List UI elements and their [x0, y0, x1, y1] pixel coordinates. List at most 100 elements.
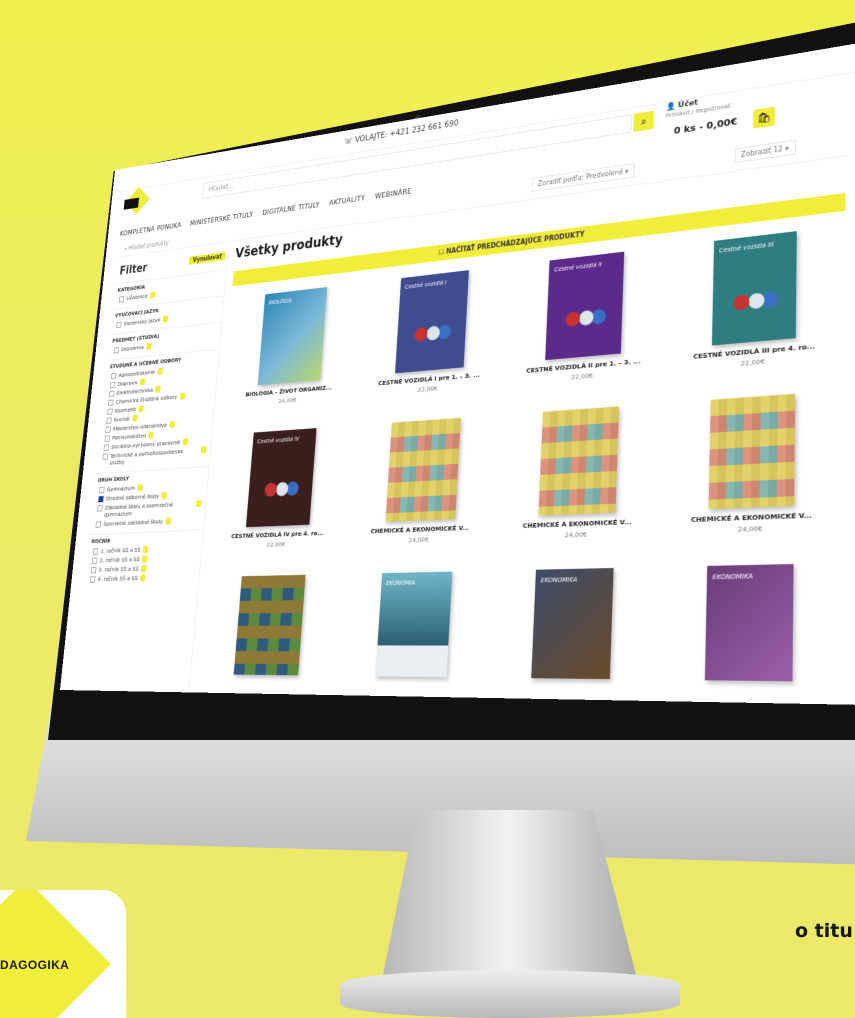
- cover-title: Cestné vozidlá II: [554, 261, 602, 274]
- cover-title: EKONÓMIA: [385, 579, 416, 587]
- product-name[interactable]: [336, 681, 488, 683]
- product-cover[interactable]: BIOLÓGIA: [257, 286, 328, 386]
- filter-option-label: Doprava: [117, 378, 138, 388]
- product-card[interactable]: Cestné vozidlá IV CESTNÉ VOZIDLÁ IV pre 4…: [208, 421, 354, 566]
- tagline: o titu: [795, 920, 853, 942]
- filter-option[interactable]: Špeciálne základné školy: [95, 516, 201, 528]
- product-card[interactable]: CHEMICKÉ A EKONOMICKÉ V... 24,00€: [344, 410, 501, 562]
- filter-group-title[interactable]: ROČNÍK: [91, 535, 198, 545]
- product-price: [197, 689, 335, 691]
- cover-title: EKONOMIKA: [712, 572, 753, 582]
- product-cover[interactable]: [538, 406, 620, 516]
- filter-checkbox[interactable]: [106, 417, 112, 424]
- filter-checkbox[interactable]: [113, 347, 120, 354]
- count-badge: [179, 392, 186, 400]
- filter-option-label: Stredné odborné školy: [105, 492, 160, 503]
- per-page-value: 12: [773, 144, 783, 155]
- product-card[interactable]: EKONÓMIA: [333, 565, 493, 705]
- product-cover[interactable]: EKONÓMIA: [375, 571, 453, 678]
- count-badge: [142, 545, 149, 554]
- product-card[interactable]: Cestné vozidlá II CESTNÉ VOZIDLÁ II pre 1…: [502, 241, 669, 403]
- filter-checkbox[interactable]: [95, 521, 102, 528]
- product-card[interactable]: EKONOMIKA: [655, 557, 844, 705]
- filter-checkbox[interactable]: [91, 557, 98, 565]
- filter-checkbox[interactable]: [118, 296, 125, 303]
- product-price: [335, 692, 487, 695]
- brand-name: DAGOGIKA: [0, 958, 70, 972]
- filter-checkbox[interactable]: [103, 444, 110, 451]
- filter-checkbox[interactable]: [107, 408, 113, 415]
- filter-option[interactable]: Základné školy a osemročné gymnázium: [96, 499, 202, 519]
- filter-checkbox[interactable]: [104, 435, 110, 442]
- product-cover[interactable]: [233, 574, 306, 676]
- filter-checkbox[interactable]: [102, 453, 109, 460]
- product-name[interactable]: [657, 686, 845, 689]
- cover-title: Cestné vozidlá III: [718, 240, 774, 255]
- product-cover[interactable]: Cestné vozidlá I: [394, 270, 469, 374]
- filter-checkbox[interactable]: [92, 548, 99, 555]
- product-card[interactable]: EKONOMIKA: [486, 561, 660, 705]
- count-badge: [132, 414, 138, 422]
- product-cover[interactable]: [385, 417, 461, 522]
- filter-checkbox[interactable]: [90, 566, 97, 574]
- filter-option[interactable]: 1. ročník SŠ a SŠ: [92, 544, 198, 555]
- filter-checkbox[interactable]: [89, 576, 96, 583]
- filter-checkbox[interactable]: [99, 486, 105, 494]
- count-badge: [141, 555, 148, 563]
- product-cover[interactable]: Cestné vozidlá II: [545, 251, 625, 361]
- nav-item[interactable]: KOMPLETNÁ PONUKA: [120, 222, 182, 238]
- filter-checkbox[interactable]: [116, 321, 122, 328]
- filter-option[interactable]: 2. ročník SŠ a SŠ: [91, 554, 197, 565]
- product-cover[interactable]: Cestné vozidlá IV: [246, 428, 317, 528]
- product-price: 22,00€: [266, 540, 286, 549]
- nav-item[interactable]: WEBINÁRE: [375, 188, 412, 201]
- product-cover[interactable]: EKONOMIKA: [704, 564, 794, 682]
- product-card[interactable]: Cestné vozidlá I CESTNÉ VOZIDLÁ I pre 1. …: [355, 260, 509, 414]
- nav-item[interactable]: AKTUALITY: [329, 195, 365, 208]
- filter-option-label: Gymnázium: [106, 484, 136, 493]
- product-card[interactable]: BIOLÓGIA BIOLÓGIA – ŽIVOT ORGANIZ... 24,00…: [220, 278, 364, 424]
- per-page-select[interactable]: Zobraziť 12 ▾: [734, 139, 796, 164]
- count-badge: [137, 483, 143, 492]
- cover-title: Cestné vozidlá IV: [257, 435, 300, 445]
- count-badge: [169, 420, 176, 428]
- filter-groups: KATEGÓRIA Učebnice VYUČOVACÍ JAZYK Slovens…: [82, 269, 227, 590]
- product-cover[interactable]: Cestné vozidlá III: [711, 231, 797, 346]
- nav-item[interactable]: MINISTERSKÉ TITULY: [190, 211, 254, 228]
- count-badge: [149, 291, 156, 299]
- site-logo[interactable]: [122, 186, 152, 215]
- monitor-base: [340, 970, 680, 1018]
- filter-option[interactable]: 4. ročník SŠ a SŠ: [89, 573, 195, 583]
- filter-checkbox[interactable]: [110, 372, 117, 380]
- cart-icon[interactable]: 🛍: [752, 106, 776, 129]
- count-badge: [155, 385, 161, 393]
- search-icon[interactable]: ⌕: [633, 110, 655, 133]
- count-badge: [157, 367, 163, 375]
- filter-checkbox[interactable]: [108, 399, 114, 406]
- product-card[interactable]: [195, 569, 344, 705]
- nav-item[interactable]: DIGITÁLNE TITULY: [262, 201, 320, 217]
- filter-option-label: Základné školy a osemročné gymnázium: [103, 500, 174, 519]
- product-cover[interactable]: EKONOMIKA: [531, 568, 614, 680]
- product-card[interactable]: CHEMICKÉ A EKONOMICKÉ V... 24,00€: [660, 385, 845, 554]
- product-name[interactable]: [198, 679, 336, 681]
- cover-cars-image: [260, 475, 301, 503]
- filter-checkbox[interactable]: [97, 505, 103, 512]
- product-cover[interactable]: [708, 393, 796, 510]
- filter-checkbox[interactable]: [109, 381, 116, 389]
- sort-label: Zoradiť podľa:: [537, 173, 585, 188]
- product-name[interactable]: [488, 683, 656, 685]
- count-badge: [140, 574, 146, 582]
- filter-option[interactable]: 3. ročník SŠ a SŠ: [90, 564, 196, 574]
- cover-cars-image: [409, 319, 453, 348]
- product-card[interactable]: CHEMICKÉ A EKONOMICKÉ V... 24,00€: [494, 398, 664, 558]
- product-card[interactable]: Cestné vozidlá III CESTNÉ VOZIDLÁ III pre…: [665, 220, 846, 391]
- cover-title: BIOLÓGIA: [268, 297, 293, 307]
- filter-option-label: Kuchár: [113, 415, 131, 424]
- filter-checkbox[interactable]: [98, 496, 104, 503]
- filter-checkbox[interactable]: [109, 390, 115, 398]
- cart-summary[interactable]: 0 ks - 0,00€: [674, 116, 738, 137]
- cover-cars-image: [728, 285, 780, 318]
- filter-checkbox[interactable]: [105, 426, 111, 433]
- cover-title: EKONOMIKA: [540, 576, 578, 585]
